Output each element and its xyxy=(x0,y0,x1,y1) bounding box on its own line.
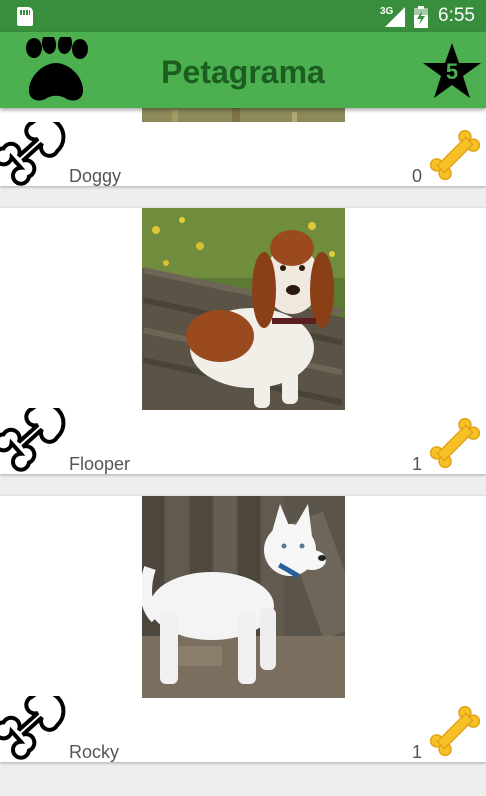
bone-icon xyxy=(0,408,66,472)
pet-card: Doggy 0 xyxy=(0,108,486,186)
signal-icon xyxy=(385,7,405,27)
pet-name: Rocky xyxy=(69,742,120,762)
pet-photo xyxy=(142,108,345,122)
pet-list[interactable]: Doggy 0 Flooper 1 Rocky 1 xyxy=(0,108,486,796)
battery-icon xyxy=(414,6,428,28)
clock: 6:55 xyxy=(438,5,475,26)
sd-card-icon xyxy=(17,7,33,26)
status-bar: 3G 6:55 xyxy=(0,0,486,32)
pet-name: Flooper xyxy=(69,454,131,474)
bone-icon xyxy=(0,696,66,760)
pet-photo xyxy=(142,208,345,410)
pet-card: Rocky 1 xyxy=(0,496,486,762)
like-bone-icon[interactable] xyxy=(428,128,482,182)
bone-icon xyxy=(0,122,66,186)
like-count: 1 xyxy=(411,454,422,474)
app-bar: Petagrama 5 xyxy=(0,32,486,108)
like-count: 0 xyxy=(411,166,422,186)
pet-photo xyxy=(142,496,345,698)
favorites-count: 5 xyxy=(445,59,459,84)
pet-name: Doggy xyxy=(69,166,122,186)
like-count: 1 xyxy=(411,742,422,762)
pet-card: Flooper 1 xyxy=(0,208,486,474)
like-bone-icon[interactable] xyxy=(428,704,482,758)
app-title: Petagrama xyxy=(161,54,325,90)
like-bone-icon[interactable] xyxy=(428,416,482,470)
